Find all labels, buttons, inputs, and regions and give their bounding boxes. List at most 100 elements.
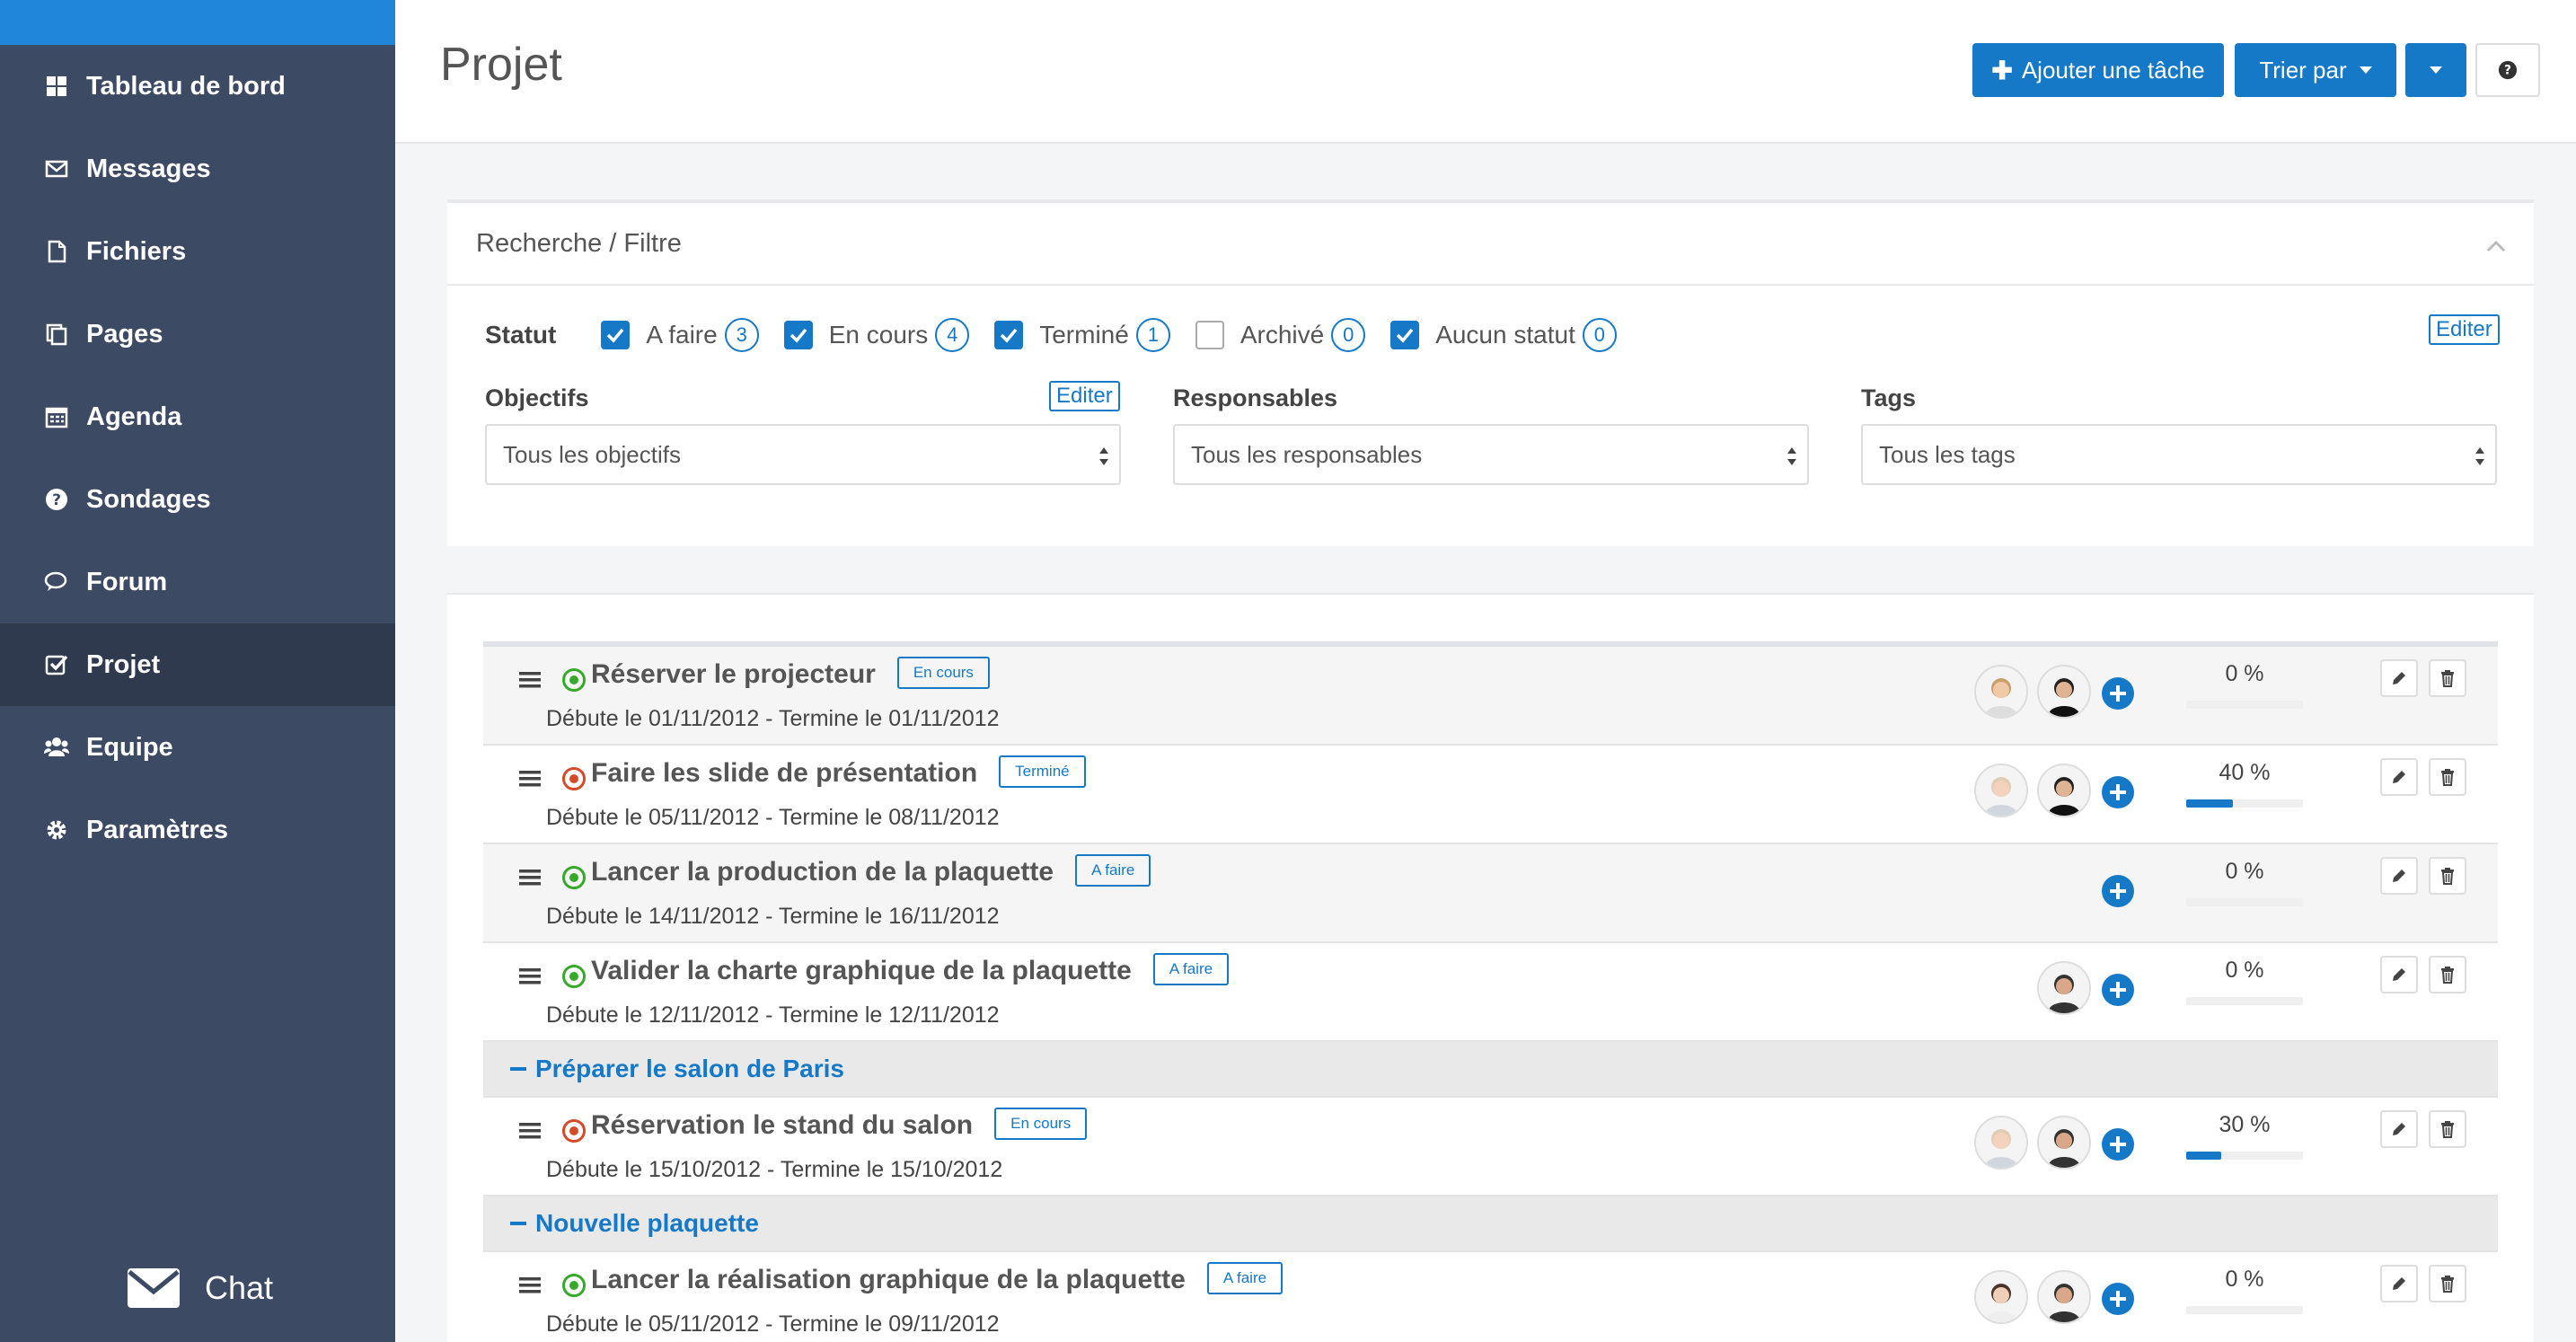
filter-header[interactable]: Recherche / Filtre: [447, 203, 2534, 286]
minus-icon: [510, 1067, 526, 1071]
drag-handle-icon[interactable]: [519, 967, 541, 986]
task-name[interactable]: Lancer la production de la plaquette: [591, 857, 1054, 887]
delete-task-button[interactable]: [2429, 1110, 2466, 1148]
pencil-icon: [2393, 1123, 2405, 1135]
help-button[interactable]: ?: [2475, 43, 2540, 97]
page-header: Projet ✚ Ajouter une tâche Trier par ?: [395, 0, 2576, 144]
avatar[interactable]: [1974, 764, 2028, 817]
task-dates: Débute le 15/10/2012 - Termine le 15/10/…: [546, 1157, 1003, 1182]
task-name[interactable]: Lancer la réalisation graphique de la pl…: [591, 1265, 1186, 1294]
dropdown-button[interactable]: [2405, 43, 2466, 97]
edit-task-button[interactable]: [2380, 1265, 2418, 1302]
sidebar-item-fichiers[interactable]: Fichiers: [0, 210, 395, 293]
add-assignee-button[interactable]: [2102, 677, 2134, 710]
status-badge: A faire: [1206, 1262, 1284, 1295]
edit-task-button[interactable]: [2380, 956, 2418, 993]
status-checkbox[interactable]: [1195, 321, 1224, 349]
task-group-header[interactable]: Nouvelle plaquette: [483, 1196, 2498, 1252]
status-count-badge: 4: [935, 318, 970, 352]
task-title[interactable]: Lancer la réalisation graphique de la pl…: [591, 1262, 1284, 1297]
avatar[interactable]: [1974, 1270, 2028, 1324]
filter-title: Recherche / Filtre: [476, 228, 682, 258]
avatar[interactable]: [2037, 665, 2091, 719]
svg-text:?: ?: [2504, 64, 2511, 78]
status-edit-link[interactable]: Editer: [2429, 314, 2500, 345]
sidebar-item-equipe[interactable]: Equipe: [0, 706, 395, 789]
chevron-up-icon[interactable]: [2485, 235, 2507, 257]
progress-percent: 0 %: [2225, 1267, 2264, 1292]
objectives-edit-link[interactable]: Editer: [1049, 381, 1120, 411]
sidebar-item-forum[interactable]: Forum: [0, 541, 395, 623]
drag-handle-icon[interactable]: [519, 670, 541, 690]
sidebar-item-label: Messages: [86, 154, 211, 183]
chat-button[interactable]: Chat: [126, 1267, 273, 1310]
drag-handle-icon[interactable]: [519, 868, 541, 887]
status-checkbox[interactable]: [783, 321, 813, 349]
task-title[interactable]: Réserver le projecteur En cours: [591, 657, 990, 692]
status-checkbox[interactable]: [601, 321, 631, 349]
task-name[interactable]: Réservation le stand du salon: [591, 1110, 973, 1140]
sort-button[interactable]: Trier par: [2235, 43, 2396, 97]
progress-bar-fill: [2186, 1152, 2221, 1160]
task-name[interactable]: Valider la charte graphique de la plaque…: [591, 956, 1132, 985]
task-title[interactable]: Valider la charte graphique de la plaque…: [591, 953, 1230, 988]
status-filter-row: Statut A faire 3 En cours 4 Terminé 1 Archivé 0…: [485, 318, 1642, 352]
avatar[interactable]: [2037, 961, 2091, 1015]
delete-task-button[interactable]: [2429, 1265, 2466, 1302]
check-square-icon: [43, 651, 70, 678]
task-title[interactable]: Réservation le stand du salon En cours: [591, 1108, 1088, 1143]
task-title[interactable]: Lancer la production de la plaquette A fa…: [591, 854, 1151, 889]
edit-task-button[interactable]: [2380, 659, 2418, 697]
sidebar-item-tableau-de-bord[interactable]: Tableau de bord: [0, 45, 395, 128]
task-group-header[interactable]: Préparer le salon de Paris: [483, 1042, 2498, 1098]
select-arrows-icon: [1787, 447, 1796, 465]
tags-select[interactable]: Tous les tags: [1861, 424, 2497, 485]
responsibles-select[interactable]: Tous les responsables: [1173, 424, 1809, 485]
sort-label: Trier par: [2259, 56, 2347, 84]
task-state-icon: [562, 866, 586, 889]
delete-task-button[interactable]: [2429, 758, 2466, 796]
add-assignee-button[interactable]: [2102, 1283, 2134, 1315]
avatar[interactable]: [1974, 1116, 2028, 1170]
add-task-button[interactable]: ✚ Ajouter une tâche: [1972, 43, 2224, 97]
edit-task-button[interactable]: [2380, 758, 2418, 796]
sidebar-item-sondages[interactable]: ? Sondages: [0, 458, 395, 541]
drag-handle-icon[interactable]: [519, 1276, 541, 1295]
avatar[interactable]: [2037, 1116, 2091, 1170]
dashboard-icon: [43, 73, 70, 100]
drag-handle-icon[interactable]: [519, 1121, 541, 1141]
status-checkbox[interactable]: [1390, 321, 1420, 349]
edit-task-button[interactable]: [2380, 857, 2418, 895]
task-row: Lancer la production de la plaquette A fa…: [483, 844, 2498, 943]
sidebar-item-parametres[interactable]: Paramètres: [0, 789, 395, 871]
add-assignee-button[interactable]: [2102, 776, 2134, 808]
users-icon: [43, 734, 70, 761]
avatar[interactable]: [1974, 665, 2028, 719]
status-checkbox[interactable]: [994, 321, 1024, 349]
trash-icon: [2441, 868, 2454, 885]
sidebar-item-agenda[interactable]: Agenda: [0, 375, 395, 458]
objectives-value: Tous les objectifs: [503, 440, 681, 468]
delete-task-button[interactable]: [2429, 956, 2466, 993]
task-list-panel: Réserver le projecteur En cours Débute le …: [447, 593, 2534, 1342]
sidebar-item-projet[interactable]: Projet: [0, 623, 395, 706]
task-name[interactable]: Réserver le projecteur: [591, 659, 876, 689]
sidebar-item-pages[interactable]: Pages: [0, 293, 395, 375]
sidebar-item-messages[interactable]: Messages: [0, 128, 395, 210]
add-assignee-button[interactable]: [2102, 875, 2134, 907]
task-title[interactable]: Faire les slide de présentation Terminé: [591, 755, 1086, 790]
sidebar-item-label: Equipe: [86, 732, 173, 762]
delete-task-button[interactable]: [2429, 857, 2466, 895]
avatar[interactable]: [2037, 1270, 2091, 1324]
add-assignee-button[interactable]: [2102, 1128, 2134, 1161]
avatar[interactable]: [2037, 764, 2091, 817]
add-assignee-button[interactable]: [2102, 974, 2134, 1006]
edit-task-button[interactable]: [2380, 1110, 2418, 1148]
question-icon: ?: [43, 486, 70, 513]
delete-task-button[interactable]: [2429, 659, 2466, 697]
progress-bar: [2186, 799, 2303, 808]
objectives-select[interactable]: Tous les objectifs: [485, 424, 1121, 485]
task-name[interactable]: Faire les slide de présentation: [591, 758, 977, 788]
trash-icon: [2441, 1121, 2454, 1138]
drag-handle-icon[interactable]: [519, 769, 541, 789]
